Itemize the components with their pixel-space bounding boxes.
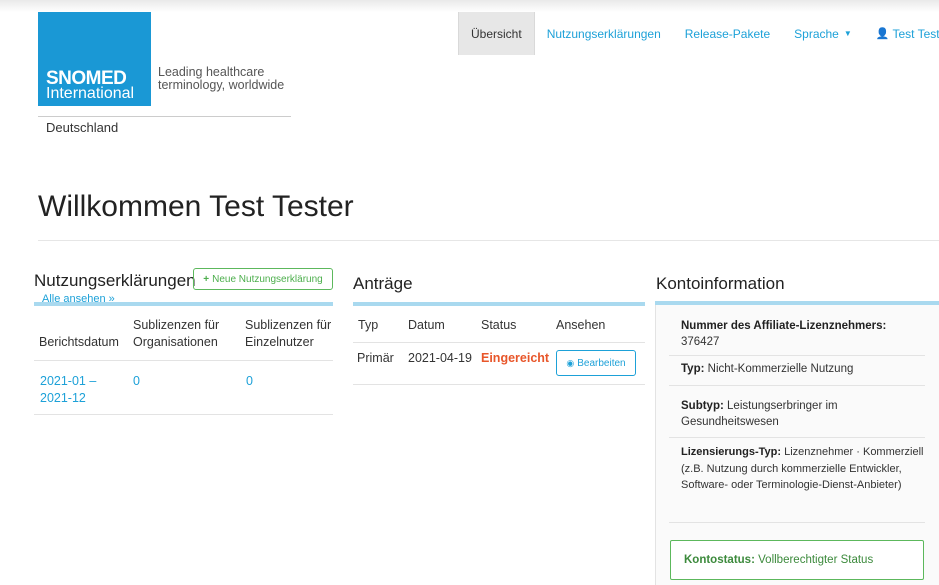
account-info-panel: Nummer des Affiliate-Lizenznehmers: 3764… <box>655 305 939 585</box>
account-divider <box>669 437 925 438</box>
nav-release-packages[interactable]: Release-Pakete <box>673 12 782 55</box>
nav-user-dropdown[interactable]: 👤Test Tester▼ <box>864 12 939 55</box>
applications-header-divider <box>353 342 645 343</box>
account-status-value: Vollberechtigter Status <box>758 554 874 566</box>
nav-user-label: Test Tester <box>892 26 939 41</box>
report-date-line-1: 2021-01 – <box>40 374 97 388</box>
account-divider <box>669 355 925 356</box>
account-type-label: Typ <box>681 363 701 375</box>
new-declaration-button[interactable]: + Neue Nutzungserklärung <box>193 268 333 290</box>
tagline-line-2: terminology, worldwide <box>158 78 285 92</box>
col-header-type: Typ <box>358 318 379 332</box>
country-label: Deutschland <box>46 120 119 135</box>
account-type-item: Typ: Nicht-Kommerzielle Nutzung <box>681 363 854 375</box>
table-header-divider <box>34 360 333 361</box>
affiliate-number-label: Nummer des Affiliate-Lizenznehmers <box>681 320 883 332</box>
declarations-accent-bar <box>34 302 333 306</box>
top-nav: Übersicht Nutzungserklärungen Release-Pa… <box>458 12 939 55</box>
account-type-value: Nicht-Kommerzielle Nutzung <box>707 363 854 375</box>
applications-title: Anträge <box>353 274 413 293</box>
account-title: Kontoinformation <box>656 274 785 293</box>
logo-divider <box>38 116 291 117</box>
application-date: 2021-04-19 <box>408 351 472 365</box>
report-date-link[interactable]: 2021-01 – 2021-12 <box>40 373 96 407</box>
declarations-title: Nutzungserklärungen <box>34 271 196 290</box>
applications-accent-bar <box>353 302 645 306</box>
logo-tagline: Leading healthcare terminology, worldwid… <box>158 66 284 92</box>
license-type-item: Lizensierungs-Typ: Lizenznehmer · Kommer… <box>681 446 924 491</box>
account-subtype-item: Subtyp: Leistungserbringer im Gesundheit… <box>681 400 838 428</box>
account-divider <box>669 522 925 523</box>
logo-text-international: International <box>46 85 135 102</box>
nav-language-dropdown[interactable]: Sprache ▼ <box>782 12 864 55</box>
account-divider <box>669 385 925 386</box>
individual-sublicenses-value[interactable]: 0 <box>246 373 253 390</box>
page-title: Willkommen Test Tester <box>38 190 354 223</box>
col-header-date: Datum <box>408 318 445 332</box>
org-sublicenses-value[interactable]: 0 <box>133 373 140 390</box>
eye-icon: ◉ <box>566 357 575 368</box>
nav-language-label: Sprache <box>794 26 839 41</box>
col-header-view: Ansehen <box>556 318 606 332</box>
report-date-line-2: 2021-12 <box>40 391 86 405</box>
application-type: Primär <box>357 351 394 365</box>
new-declaration-label: Neue Nutzungserklärung <box>212 273 323 285</box>
col-header-org-sublicenses: Sublizenzen für Organisationen <box>133 318 220 349</box>
status-badge: Eingereicht <box>481 351 550 365</box>
caret-down-icon: ▼ <box>843 29 852 38</box>
applications-row-divider <box>353 384 645 385</box>
top-shade <box>0 0 939 12</box>
affiliate-number-value: 376427 <box>681 336 720 348</box>
account-status-label: Kontostatus <box>684 554 752 566</box>
account-subtype-label: Subtyp <box>681 400 720 412</box>
title-divider <box>38 240 939 241</box>
nav-declarations-label: Nutzungserklärungen <box>546 26 661 41</box>
col-header-individual-sublicenses: Sublizenzen für Einzelnutzer <box>245 318 332 349</box>
col-header-status: Status <box>481 318 517 332</box>
table-row-divider <box>34 414 333 415</box>
plus-icon: + <box>203 273 210 285</box>
affiliate-number-item: Nummer des Affiliate-Lizenznehmers: 3764… <box>681 320 887 348</box>
license-type-label: Lizensierungs-Typ <box>681 446 778 458</box>
nav-release-packages-label: Release-Pakete <box>684 26 771 41</box>
edit-application-button[interactable]: ◉ Bearbeiten <box>556 350 636 376</box>
snomed-logo: SNOMED International <box>38 12 151 106</box>
col-header-report-date: Berichtsdatum <box>39 335 119 349</box>
edit-application-label: Bearbeiten <box>577 357 626 369</box>
nav-declarations[interactable]: Nutzungserklärungen <box>535 12 673 55</box>
nav-overview[interactable]: Übersicht <box>458 12 535 55</box>
nav-overview-label: Übersicht <box>471 26 522 41</box>
account-status-box: Kontostatus: Vollberechtigter Status <box>670 540 924 580</box>
user-icon: 👤 <box>875 28 890 40</box>
